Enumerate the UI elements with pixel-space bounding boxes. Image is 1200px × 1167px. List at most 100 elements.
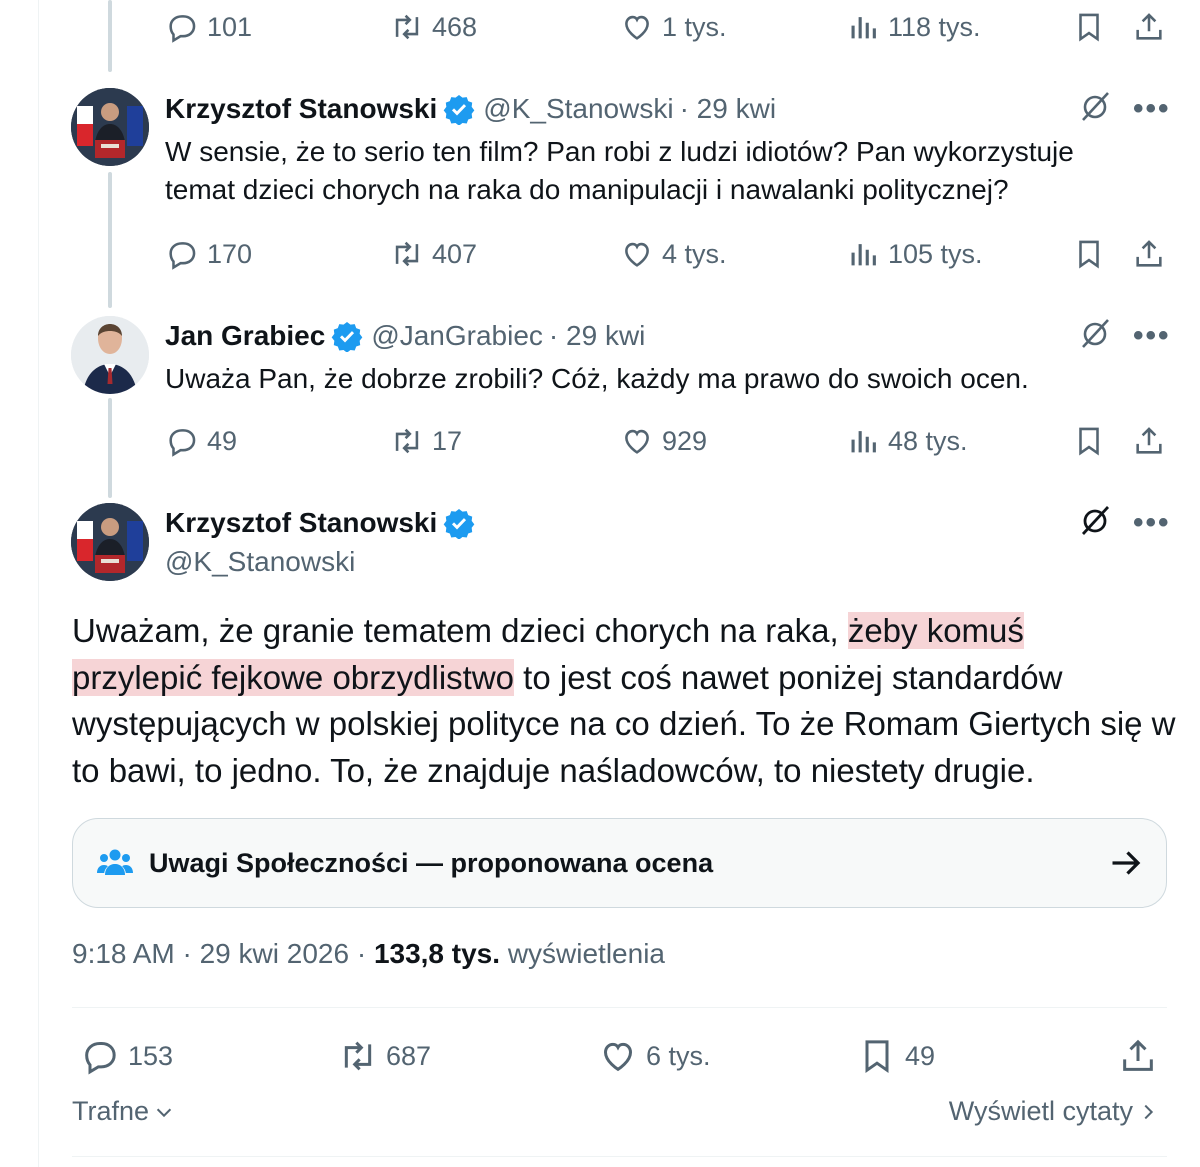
more-icon[interactable]: ••• [1133, 319, 1171, 353]
retweet-icon [344, 1041, 372, 1071]
reply-button[interactable]: 170 [165, 234, 252, 274]
like-icon [603, 1042, 633, 1072]
avatar[interactable] [71, 88, 149, 166]
reply-icon [169, 15, 196, 43]
retweet-count: 407 [432, 238, 478, 269]
author-handle[interactable]: @JanGrabiec [371, 320, 543, 352]
reply-button[interactable]: 49 [165, 421, 237, 461]
more-icon[interactable]: ••• [1133, 92, 1171, 126]
avatar[interactable] [71, 316, 149, 394]
verified-icon [443, 509, 475, 539]
reply-count: 49 [207, 425, 238, 456]
community-icon [97, 849, 133, 875]
views-count: 118 tys. [888, 11, 981, 42]
divider [72, 1007, 1167, 1008]
arrow-right-icon [1112, 851, 1141, 875]
main-tweet-actions: 153 687 6 tys. 49 [0, 1036, 1200, 1076]
author-name[interactable]: Jan Grabiec [165, 320, 325, 352]
view-quotes-label: Wyświetl cytaty [948, 1096, 1133, 1126]
like-count: 929 [662, 425, 708, 456]
bookmark-button[interactable] [1072, 234, 1114, 274]
share-button[interactable] [1132, 234, 1174, 274]
tweet-text: W sensie, że to serio ten film? Pan robi… [165, 133, 1155, 209]
community-note-button[interactable]: Uwagi Społeczności — proponowana ocena [72, 818, 1167, 908]
tweet-header-tools: ••• [1075, 89, 1171, 129]
replies-controls: Trafne Wyświetl cytaty [72, 1096, 1167, 1136]
bookmark-icon [1079, 13, 1099, 42]
retweet-button[interactable]: 468 [390, 7, 477, 47]
verified-icon [331, 322, 363, 352]
views-button[interactable]: 118 tys. [846, 7, 981, 47]
grok-icon [1081, 505, 1110, 535]
highlighted-text: żeby komuś [847, 612, 1024, 649]
chevron-right-icon [1144, 1104, 1154, 1119]
share-button[interactable] [1132, 7, 1174, 47]
sort-dropdown[interactable]: Trafne [72, 1096, 175, 1127]
author-handle[interactable]: @K_Stanowski [165, 546, 355, 578]
views-count: 105 tys. [888, 238, 983, 269]
like-icon [625, 429, 649, 454]
chevron-down-icon [156, 1108, 172, 1117]
author-name[interactable]: Krzysztof Stanowski [165, 507, 437, 539]
like-count: 6 tys. [646, 1040, 711, 1071]
views-icon [851, 244, 876, 266]
reply-button[interactable]: 153 [80, 1036, 173, 1076]
tweet-date[interactable]: · 29 kwi [549, 320, 645, 352]
avatar[interactable] [71, 503, 149, 581]
tweet-header-tools: ••• [1075, 316, 1171, 356]
retweet-button[interactable]: 17 [390, 421, 462, 461]
share-icon [1136, 240, 1162, 267]
grok-icon [1082, 318, 1109, 348]
bookmark-count: 49 [905, 1040, 936, 1071]
share-icon [1136, 13, 1162, 40]
share-button[interactable] [1118, 1036, 1166, 1076]
tweet-text-line: W sensie, że to serio ten film? Pan robi… [165, 136, 1074, 167]
bookmark-button[interactable] [1072, 421, 1114, 461]
reply-button[interactable]: 101 [165, 7, 252, 47]
bookmark-button[interactable] [1072, 7, 1114, 47]
reply-icon [85, 1042, 116, 1075]
tweet-timestamp: 9:18 AM · 29 kwi 2026 · 133,8 tys. wyświ… [72, 938, 665, 970]
tweet-header: Jan Grabiec @JanGrabiec · 29 kwi [165, 316, 645, 356]
views-count: 48 tys. [888, 425, 968, 456]
bookmark-button[interactable]: 49 [857, 1036, 935, 1076]
share-button[interactable] [1132, 421, 1174, 461]
reply-count: 101 [207, 11, 253, 42]
avatar-image [71, 316, 149, 394]
share-icon [1123, 1039, 1153, 1071]
views-button[interactable]: 105 tys. [846, 234, 983, 274]
view-quotes-link[interactable]: Wyświetl cytaty [949, 1096, 1159, 1127]
retweet-icon [395, 14, 419, 40]
divider [72, 1156, 1167, 1157]
like-button[interactable]: 6 tys. [598, 1036, 711, 1076]
bookmark-icon [865, 1040, 889, 1074]
reply-count: 153 [128, 1040, 174, 1071]
views-button[interactable]: 48 tys. [846, 421, 968, 461]
retweet-button[interactable]: 687 [338, 1036, 431, 1076]
like-button[interactable]: 929 [620, 421, 707, 461]
retweet-count: 17 [432, 425, 463, 456]
reply-icon [169, 242, 196, 270]
tweet-time[interactable]: 9:18 AM · 29 kwi 2026 · [72, 938, 374, 969]
more-icon[interactable]: ••• [1133, 506, 1171, 540]
like-icon [625, 242, 649, 267]
reply-count: 170 [207, 238, 253, 269]
grok-button[interactable] [1075, 501, 1115, 546]
author-name[interactable]: Krzysztof Stanowski [165, 93, 437, 125]
grok-button[interactable] [1075, 87, 1115, 132]
tweet-header-tools: ••• [1075, 503, 1171, 543]
like-button[interactable]: 1 tys. [620, 7, 727, 47]
views-icon [851, 17, 876, 39]
tweet-date[interactable]: · 29 kwi [680, 93, 776, 125]
tweet-header: Krzysztof Stanowski @K_Stanowski · 29 kw… [165, 89, 776, 129]
retweet-button[interactable]: 407 [390, 234, 477, 274]
retweet-count: 468 [432, 11, 478, 42]
grok-button[interactable] [1075, 314, 1115, 359]
tweet-actions: 170 407 4 tys. 105 tys. [0, 234, 1200, 274]
share-icon [1136, 427, 1162, 454]
like-button[interactable]: 4 tys. [620, 234, 727, 274]
author-handle-row: @K_Stanowski [165, 542, 355, 582]
main-text-part: Uważam, że granie tematem dzieci chorych… [72, 612, 848, 649]
tweet-actions: 101 468 1 tys. 118 tys. [0, 7, 1200, 47]
author-handle[interactable]: @K_Stanowski [483, 93, 673, 125]
